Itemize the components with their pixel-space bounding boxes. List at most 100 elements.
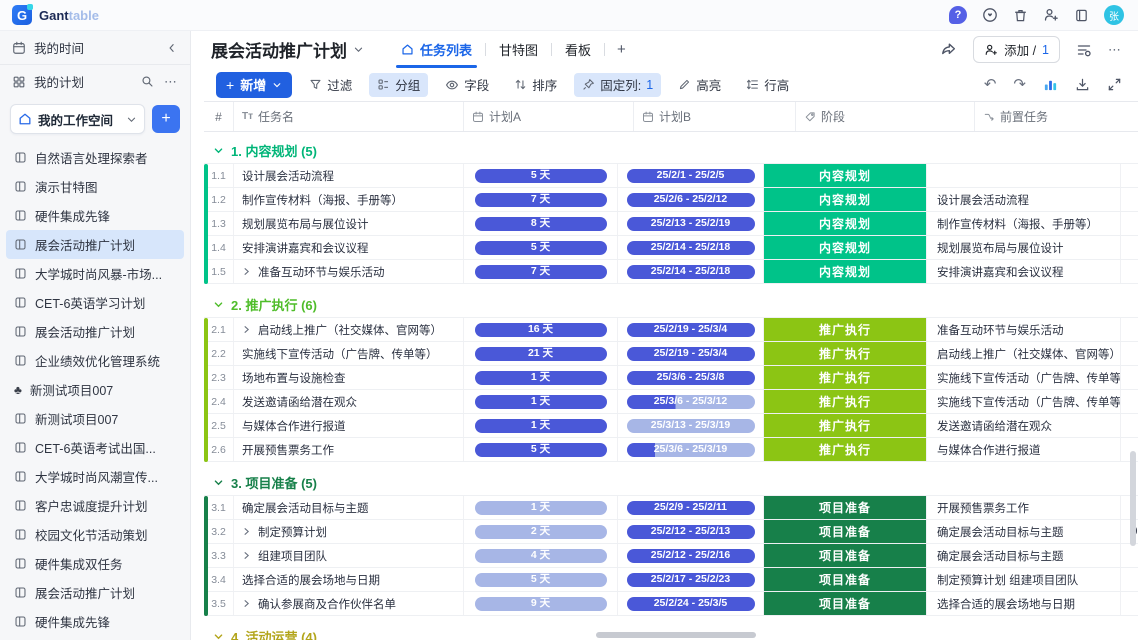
table-row[interactable]: 1.5准备互动环节与娱乐活动7 天25/2/14 - 25/2/18内容规划安排…	[204, 260, 1138, 284]
table-row[interactable]: 2.3场地布置与设施检查1 天25/3/6 - 25/3/8推广执行实施线下宣传…	[204, 366, 1138, 390]
timer-cell[interactable]	[1121, 318, 1138, 341]
timer-cell[interactable]	[1121, 366, 1138, 389]
table-row[interactable]: 1.4安排演讲嘉宾和会议议程5 天25/2/14 - 25/2/18内容规划规划…	[204, 236, 1138, 260]
timer-cell[interactable]	[1121, 414, 1138, 437]
table-row[interactable]: 1.1设计展会活动流程5 天25/2/1 - 25/2/5内容规划	[204, 164, 1138, 188]
predecessor-cell[interactable]: 实施线下宣传活动（广告牌、传单等）	[927, 366, 1121, 389]
undo-icon[interactable]: ↶	[984, 77, 997, 92]
column-header-task-name[interactable]: Tᴛ 任务名	[234, 102, 464, 131]
plan-cell[interactable]: 25/2/19 - 25/3/4	[618, 318, 764, 341]
timer-cell[interactable]	[1121, 236, 1138, 259]
plan-cell[interactable]: 4 天	[464, 544, 618, 567]
table-row[interactable]: 2.1启动线上推广（社交媒体、官网等）16 天25/2/19 - 25/3/4推…	[204, 318, 1138, 342]
duration-pill[interactable]: 1 天	[475, 395, 607, 409]
stage-cell[interactable]: 项目准备	[764, 568, 927, 591]
table-row[interactable]: 3.2制定预算计划2 天25/2/12 - 25/2/13项目准备确定展会活动目…	[204, 520, 1138, 544]
fields-button[interactable]: 字段	[437, 73, 497, 97]
table-row[interactable]: 2.2实施线下宣传活动（广告牌、传单等） 21 天 25/2/19 - 25/3/4…	[204, 342, 1138, 366]
page-title[interactable]: 展会活动推广计划	[211, 37, 364, 62]
task-name-cell[interactable]: 与媒体合作进行报道	[234, 414, 464, 437]
table-row[interactable]: 2.5与媒体合作进行报道1 天25/3/13 - 25/3/19推广执行发送邀请…	[204, 414, 1138, 438]
table-row[interactable]: 3.5确认参展商及合作伙伴名单9 天25/2/24 - 25/3/5项目准备选择…	[204, 592, 1138, 616]
tab-gantt[interactable]: 甘特图	[486, 31, 551, 68]
sidebar-project-item[interactable]: 校园文化节活动策划	[6, 520, 184, 549]
sidebar-project-item[interactable]: 客户忠诚度提升计划	[6, 491, 184, 520]
chevron-down-icon[interactable]	[213, 477, 224, 488]
timer-cell[interactable]	[1121, 260, 1138, 283]
stage-cell[interactable]: 推广执行	[764, 390, 927, 413]
sidebar-project-item[interactable]: 展会活动推广计划	[6, 230, 184, 259]
workspace-selector[interactable]: 我的工作空间	[10, 104, 145, 134]
duration-pill[interactable]: 1 天	[475, 419, 607, 433]
plan-cell[interactable]: 7 天	[464, 260, 618, 283]
stage-cell[interactable]: 内容规划	[764, 164, 927, 187]
predecessor-cell[interactable]: 安排演讲嘉宾和会议议程	[927, 260, 1121, 283]
duration-pill[interactable]: 4 天	[475, 549, 607, 563]
plan-cell[interactable]: 25/2/24 - 25/3/5	[618, 592, 764, 615]
plan-cell[interactable]: 25/2/13 - 25/2/19	[618, 212, 764, 235]
task-name-cell[interactable]: 实施线下宣传活动（广告牌、传单等）	[234, 342, 464, 365]
duration-pill[interactable]: 25/2/13 - 25/2/19	[627, 217, 755, 231]
timer-cell[interactable]	[1121, 164, 1138, 187]
sidebar-project-item[interactable]: 硬件集成先锋	[6, 607, 184, 636]
row-number-cell[interactable]: 2.2	[204, 342, 234, 365]
feedback-icon[interactable]	[982, 7, 998, 23]
tab-task-list[interactable]: 任务列表	[388, 31, 485, 68]
task-name-cell[interactable]: 选择合适的展会场地与日期	[234, 568, 464, 591]
sidebar-project-item[interactable]: 新测试项目007	[6, 404, 184, 433]
table-row[interactable]: 2.6开展预售票务工作5 天25/3/6 - 25/3/19推广执行与媒体合作进…	[204, 438, 1138, 462]
plan-cell[interactable]: 8 天	[464, 212, 618, 235]
row-height-button[interactable]: 行高	[738, 73, 797, 97]
task-name-cell[interactable]: 准备互动环节与娱乐活动	[234, 260, 464, 283]
expand-icon[interactable]	[242, 527, 251, 536]
predecessor-cell[interactable]: 确定展会活动目标与主题	[927, 520, 1121, 543]
more-icon[interactable]: ⋯	[164, 74, 178, 90]
sidebar-project-item[interactable]: 大学城时尚风潮宣传...	[6, 462, 184, 491]
trash-icon[interactable]	[1013, 8, 1028, 23]
timer-cell[interactable]	[1121, 544, 1138, 567]
row-number-cell[interactable]: 1.2	[204, 188, 234, 211]
task-name-cell[interactable]: 启动线上推广（社交媒体、官网等）	[234, 318, 464, 341]
duration-pill[interactable]: 5 天	[475, 241, 607, 255]
plan-cell[interactable]: 25/3/6 - 25/3/8	[618, 366, 764, 389]
fullscreen-icon[interactable]	[1107, 77, 1122, 92]
table-row[interactable]: 3.4选择合适的展会场地与日期5 天25/2/17 - 25/2/23项目准备制…	[204, 568, 1138, 592]
stage-cell[interactable]: 内容规划	[764, 188, 927, 211]
sidebar-project-item[interactable]: 硬件集成双任务	[6, 549, 184, 578]
duration-pill[interactable]: 21 天	[475, 347, 607, 361]
plan-cell[interactable]: 1 天	[464, 414, 618, 437]
plan-cell[interactable]: 5 天	[464, 568, 618, 591]
task-name-cell[interactable]: 确认参展商及合作伙伴名单	[234, 592, 464, 615]
plan-cell[interactable]: 25/2/12 - 25/2/16	[618, 544, 764, 567]
stage-cell[interactable]: 推广执行	[764, 342, 927, 365]
duration-pill[interactable]: 25/2/12 - 25/2/13	[627, 525, 755, 539]
app-logo[interactable]: G	[12, 5, 32, 25]
column-header-plan-a[interactable]: 计划A	[464, 102, 634, 131]
predecessor-cell[interactable]: 实施线下宣传活动（广告牌、传单等）	[927, 390, 1121, 413]
tab-kanban[interactable]: 看板	[552, 31, 604, 68]
share-icon[interactable]	[940, 41, 957, 58]
stage-cell[interactable]: 内容规划	[764, 212, 927, 235]
row-number-cell[interactable]: 3.5	[204, 592, 234, 615]
expand-icon[interactable]	[242, 267, 251, 276]
collapse-sidebar-icon[interactable]	[166, 42, 178, 54]
column-header-index[interactable]: #	[204, 102, 234, 131]
row-number-cell[interactable]: 3.3	[204, 544, 234, 567]
stage-cell[interactable]: 项目准备	[764, 520, 927, 543]
duration-pill[interactable]: 25/2/19 - 25/3/4	[627, 323, 755, 337]
timer-cell[interactable]	[1121, 212, 1138, 235]
chevron-down-icon[interactable]	[213, 299, 224, 310]
timer-cell[interactable]	[1121, 592, 1138, 615]
predecessor-cell[interactable]: 制定预算计划 组建项目团队	[927, 568, 1121, 591]
predecessor-cell[interactable]: 制作宣传材料（海报、手册等）	[927, 212, 1121, 235]
plan-cell[interactable]: 21 天	[464, 342, 618, 365]
plan-cell[interactable]: 25/3/6 - 25/3/19	[618, 438, 764, 461]
chevron-down-icon[interactable]	[213, 145, 224, 156]
plan-cell[interactable]: 25/3/13 - 25/3/19	[618, 414, 764, 437]
pin-columns-button[interactable]: 固定列: 1	[574, 73, 661, 97]
duration-pill[interactable]: 25/2/19 - 25/3/4	[627, 347, 755, 361]
plan-cell[interactable]: 25/2/6 - 25/2/12	[618, 188, 764, 211]
stage-cell[interactable]: 内容规划	[764, 260, 927, 283]
sort-button[interactable]: 排序	[506, 73, 565, 97]
stage-cell[interactable]: 推广执行	[764, 366, 927, 389]
